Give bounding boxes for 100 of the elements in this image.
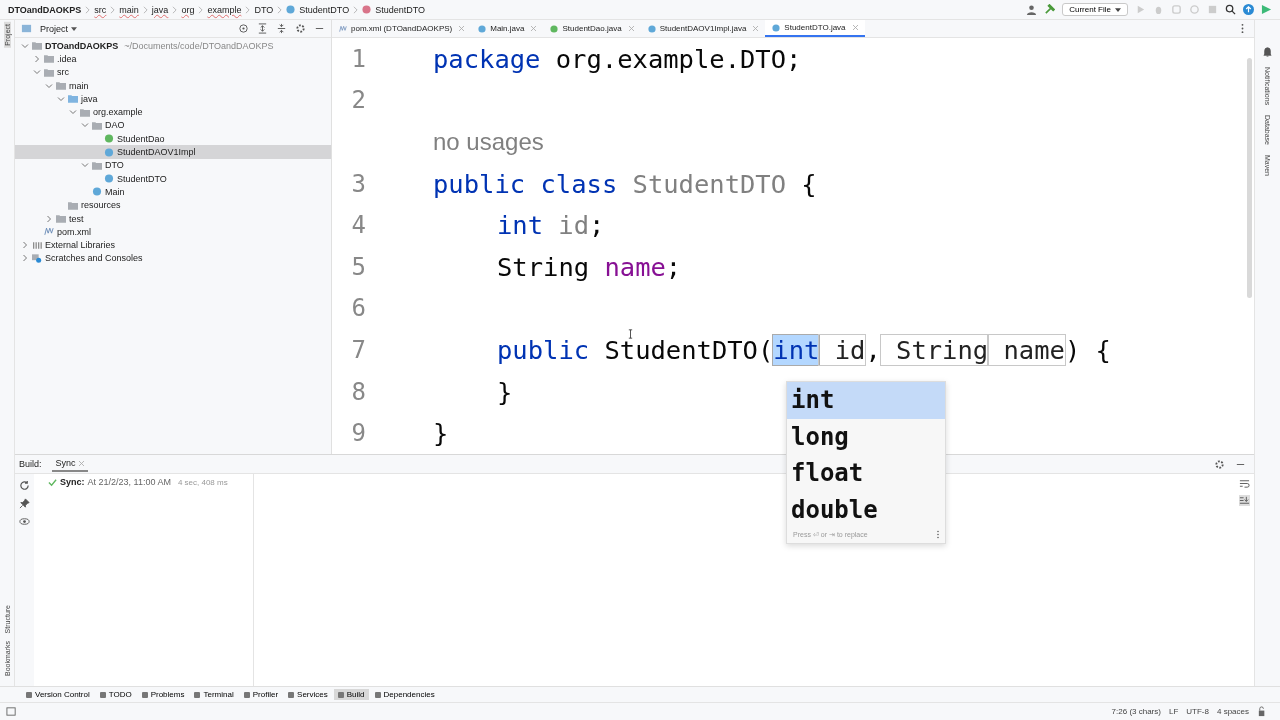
chevron-icon[interactable] — [21, 254, 29, 263]
settings-icon[interactable] — [1214, 458, 1225, 470]
completion-item[interactable]: float — [787, 455, 945, 492]
tree-item[interactable]: StudentDAOV1Impl — [117, 147, 196, 157]
update-icon[interactable] — [1243, 4, 1254, 15]
tree-item[interactable]: org.example — [93, 107, 143, 118]
breadcrumb[interactable]: example — [207, 4, 242, 15]
chevron-icon — [85, 5, 91, 14]
tool-window-tab[interactable]: Terminal — [190, 689, 238, 700]
breadcrumb[interactable]: main — [119, 4, 139, 15]
breadcrumb[interactable]: DTO — [254, 4, 274, 15]
tree-item[interactable]: DAO — [105, 120, 125, 131]
coverage-icon[interactable] — [1171, 4, 1182, 15]
tree-item[interactable]: test — [69, 213, 84, 224]
editor-tab[interactable]: StudentDTO.java — [765, 20, 865, 37]
layout-icon[interactable] — [6, 706, 17, 717]
chevron-icon[interactable] — [45, 81, 53, 90]
tree-item[interactable]: Scratches and Consoles — [45, 253, 143, 264]
chevron-icon — [353, 5, 359, 14]
editor-tab[interactable]: pom.xml (DTOandDAOKPS) — [332, 20, 472, 37]
chevron-icon — [142, 5, 148, 14]
tree-item[interactable]: Main — [105, 186, 125, 197]
class-icon — [362, 5, 372, 14]
chevron-icon — [110, 5, 116, 14]
completion-item[interactable]: int — [787, 382, 945, 419]
tree-item[interactable]: StudentDao — [117, 133, 165, 144]
profile-icon[interactable] — [1189, 4, 1200, 15]
breadcrumb[interactable]: java — [151, 4, 169, 15]
tree-item[interactable]: main — [69, 80, 89, 91]
editor-tab[interactable]: StudentDAOV1Impl.java — [640, 20, 766, 37]
tool-window-tab[interactable]: Build — [333, 689, 369, 700]
close-icon[interactable] — [459, 26, 465, 31]
chevron-icon[interactable] — [69, 108, 77, 117]
settings-icon[interactable] — [295, 23, 306, 34]
sync-tab[interactable]: Sync — [51, 456, 88, 472]
locate-icon[interactable] — [238, 23, 249, 34]
chevron-icon[interactable] — [33, 54, 41, 63]
search-icon[interactable] — [1225, 4, 1236, 15]
pin-icon[interactable] — [19, 498, 30, 509]
close-icon[interactable] — [78, 460, 84, 466]
collapse-icon[interactable] — [276, 23, 287, 34]
tree-item[interactable]: src — [57, 67, 69, 78]
status-item[interactable]: UTF-8 — [1186, 707, 1209, 716]
tool-window-tab[interactable]: Profiler — [239, 689, 283, 700]
tree-item[interactable]: java — [81, 93, 98, 104]
editor-tab[interactable]: Main.java — [471, 20, 544, 37]
class-icon — [772, 23, 781, 32]
tree-item[interactable]: StudentDTO — [117, 173, 167, 184]
line-number: 8 — [351, 377, 366, 406]
chevron-icon[interactable] — [21, 241, 29, 250]
chevron-icon[interactable] — [81, 121, 89, 130]
completion-item[interactable]: double — [787, 491, 945, 528]
tool-window-tab[interactable]: Services — [284, 689, 332, 700]
editor-tab[interactable]: StudentDao.java — [543, 20, 641, 37]
close-icon[interactable] — [852, 25, 858, 30]
debug-icon[interactable] — [1153, 4, 1164, 15]
breadcrumb[interactable]: org — [181, 4, 195, 15]
tree-item[interactable]: pom.xml — [57, 226, 91, 237]
chevron-icon[interactable] — [57, 94, 65, 103]
tree-item[interactable]: .idea — [57, 53, 77, 64]
close-icon[interactable] — [753, 26, 759, 31]
soft-wrap-icon[interactable] — [1238, 478, 1250, 489]
run-icon[interactable] — [1135, 4, 1146, 15]
tree-item[interactable]: DTOandDAOKPS — [45, 40, 119, 51]
expand-icon[interactable] — [257, 23, 268, 34]
sync-title[interactable]: Sync: — [60, 477, 85, 487]
status-item[interactable]: LF — [1168, 707, 1179, 716]
tree-item[interactable]: External Libraries — [45, 240, 116, 251]
scroll-to-end-icon[interactable] — [1238, 495, 1250, 506]
status-item[interactable]: 7:26 (3 chars) — [1111, 707, 1161, 716]
breadcrumb[interactable]: StudentDTO — [375, 4, 425, 15]
run-config-dropdown[interactable]: Current File — [1062, 3, 1128, 16]
tool-window-tab[interactable]: Problems — [137, 689, 189, 700]
close-icon[interactable] — [628, 26, 634, 31]
tool-window-tab[interactable]: TODO — [95, 689, 136, 700]
eye-icon[interactable] — [19, 516, 30, 527]
tool-window-tab[interactable]: Version Control — [22, 689, 94, 700]
hammer-icon[interactable] — [1044, 4, 1056, 15]
sync-icon[interactable] — [19, 480, 30, 491]
breadcrumb[interactable]: src — [94, 4, 107, 15]
bell-icon[interactable] — [1262, 46, 1273, 57]
chevron-icon[interactable] — [33, 68, 41, 77]
chevron-icon[interactable] — [45, 214, 53, 223]
caret-icon[interactable] — [71, 26, 77, 31]
chevron-icon[interactable] — [21, 41, 29, 50]
tree-item[interactable]: resources — [81, 200, 121, 211]
chevron-icon[interactable] — [81, 161, 89, 170]
close-icon[interactable] — [531, 26, 537, 31]
chevron-icon — [172, 5, 178, 14]
code-line: int id; — [496, 210, 605, 241]
panel-title[interactable]: Project — [40, 23, 68, 34]
completion-item[interactable]: long — [787, 418, 945, 455]
tool-window-tab[interactable]: Dependencies — [370, 689, 439, 700]
user-icon[interactable] — [1026, 4, 1038, 15]
breadcrumb[interactable]: DTOandDAOKPS — [8, 4, 82, 15]
tree-item[interactable]: DTO — [105, 160, 124, 171]
code-line: } — [496, 376, 513, 407]
breadcrumb[interactable]: StudentDTO — [299, 4, 350, 15]
stop-icon[interactable] — [1207, 4, 1218, 15]
status-item[interactable]: 4 spaces — [1216, 707, 1249, 716]
